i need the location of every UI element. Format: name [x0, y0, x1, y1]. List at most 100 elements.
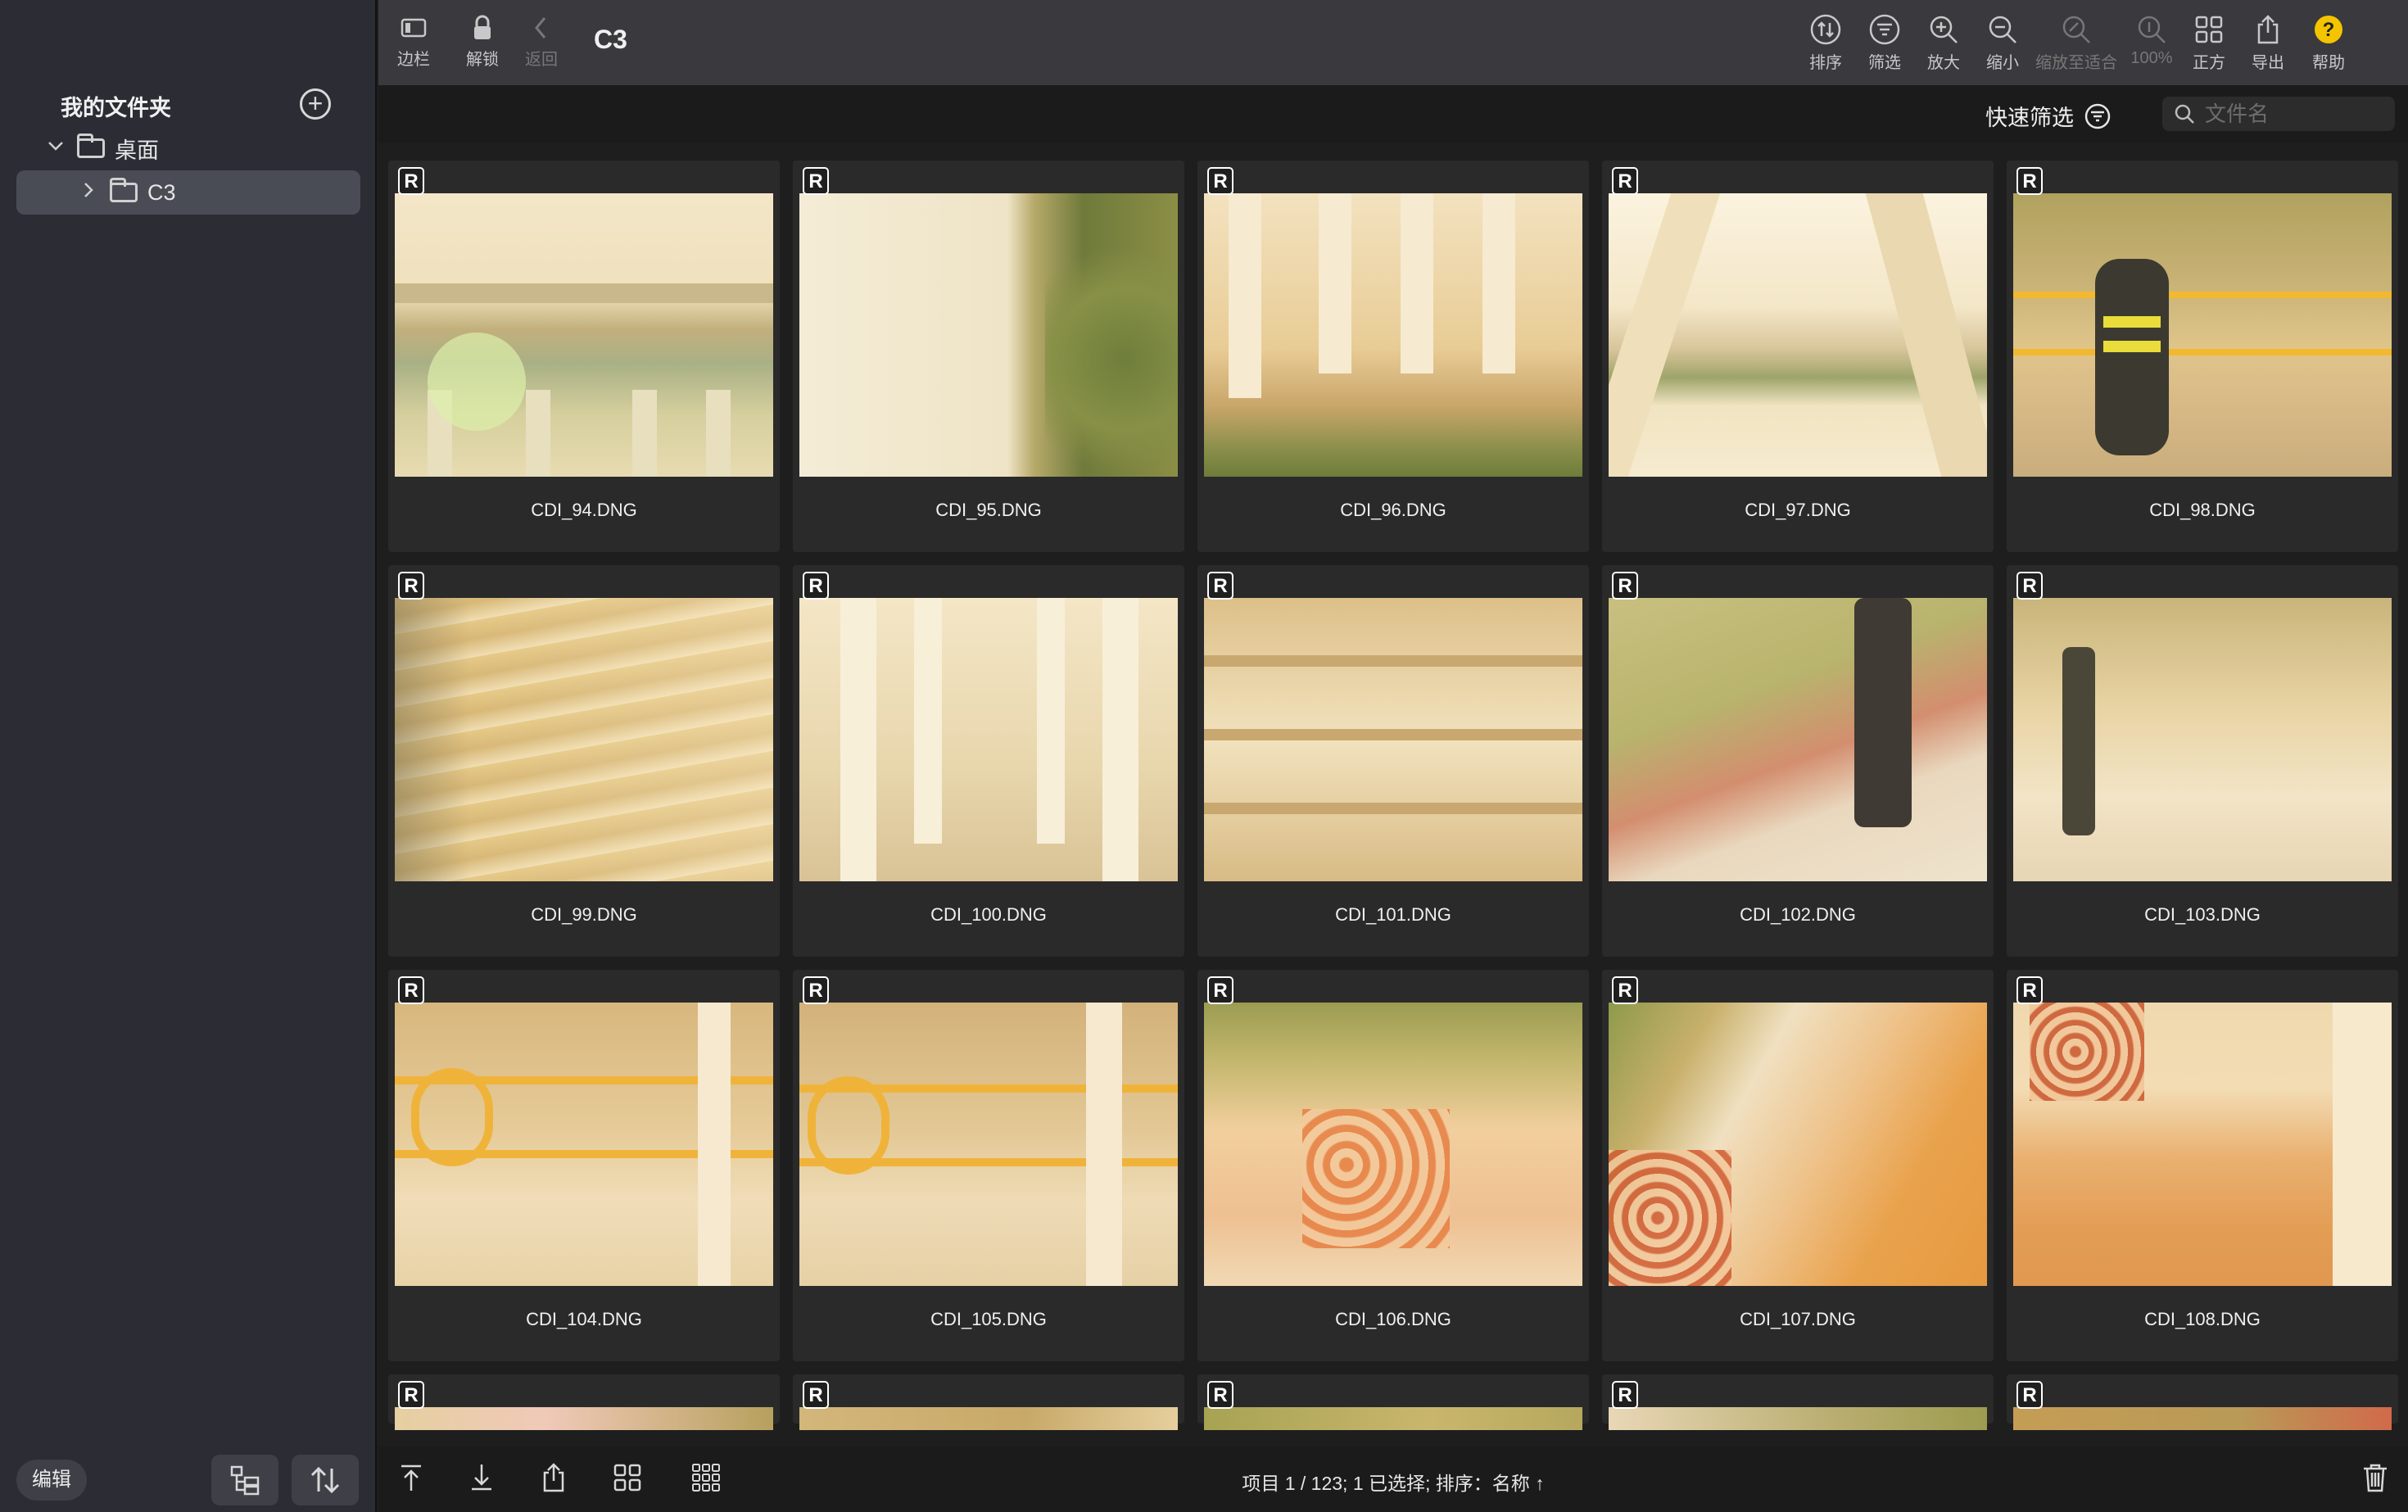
- photo-thumbnail: [799, 1407, 1178, 1430]
- photo-thumbnail: [1204, 598, 1582, 881]
- thumbnail-cell[interactable]: R CDI_95.DNG: [793, 161, 1184, 552]
- raw-badge: R: [1612, 976, 1638, 1004]
- toolbar-export-button[interactable]: 导出: [2238, 13, 2298, 73]
- thumbnail-cell[interactable]: R: [2007, 1374, 2398, 1430]
- toolbar-label: 导出: [2252, 54, 2284, 72]
- photo-thumbnail: [799, 598, 1178, 881]
- svg-text:?: ?: [2323, 19, 2335, 41]
- photo-thumbnail: [1609, 598, 1987, 881]
- toolbar-actual-size-button[interactable]: 100%: [2121, 13, 2182, 68]
- toolbar-label: 解锁: [466, 51, 499, 69]
- raw-badge: R: [803, 1381, 829, 1409]
- chevron-left-icon: [535, 17, 546, 38]
- hierarchy-view-button[interactable]: [211, 1455, 278, 1505]
- toolbar-label: 排序: [1809, 54, 1842, 72]
- file-name: CDI_100.DNG: [930, 904, 1047, 925]
- photo-thumbnail: [1204, 193, 1582, 477]
- tree-item-desktop[interactable]: 桌面: [46, 131, 159, 165]
- toolbar-unlock-button[interactable]: 解锁: [452, 13, 513, 70]
- zoom-out-icon: [1989, 16, 2016, 43]
- photo-thumbnail: [1609, 1407, 1987, 1430]
- search-input[interactable]: [2203, 100, 2387, 128]
- file-name: CDI_99.DNG: [531, 904, 637, 925]
- thumbnail-cell[interactable]: R CDI_100.DNG: [793, 565, 1184, 957]
- raw-badge: R: [2016, 572, 2043, 600]
- toolbar-square-button[interactable]: 正方: [2179, 13, 2239, 73]
- quick-filter-button[interactable]: 快速筛选: [1985, 100, 2112, 132]
- thumbnail-cell[interactable]: R CDI_107.DNG: [1602, 970, 1994, 1361]
- lock-icon: [474, 15, 491, 39]
- photo-thumbnail: [395, 1407, 773, 1430]
- file-name: CDI_103.DNG: [2144, 904, 2261, 925]
- raw-badge: R: [398, 976, 424, 1004]
- toolbar-label: 返回: [525, 51, 558, 69]
- toolbar-label: 放大: [1927, 54, 1960, 72]
- thumbnail-cell[interactable]: R CDI_98.DNG: [2007, 161, 2398, 552]
- photo-thumbnail: [799, 193, 1178, 477]
- toolbar-sort-button[interactable]: 排序: [1795, 13, 1856, 73]
- toolbar-zoom-in-button[interactable]: 放大: [1913, 13, 1974, 73]
- toolbar: 边栏 解锁 返回 C3 排序 筛选 放大 缩小 缩放至适合 100% 正方 导出…: [378, 0, 2408, 85]
- toolbar-label: 边栏: [397, 51, 430, 69]
- sort-order-button[interactable]: [292, 1455, 359, 1505]
- photo-thumbnail: [395, 1003, 773, 1286]
- chevron-down-icon[interactable]: [46, 136, 66, 161]
- photo-thumbnail: [1609, 193, 1987, 477]
- toolbar-sidebar-button[interactable]: 边栏: [383, 13, 444, 70]
- toolbar-zoom-fit-button[interactable]: 缩放至适合: [2031, 13, 2121, 73]
- thumbnail-cell[interactable]: R CDI_105.DNG: [793, 970, 1184, 1361]
- toolbar-label: 100%: [2130, 49, 2173, 67]
- delete-button[interactable]: [2359, 1461, 2392, 1498]
- toolbar-filter-button[interactable]: 筛选: [1854, 13, 1915, 73]
- thumbnail-cell[interactable]: R CDI_101.DNG: [1197, 565, 1589, 957]
- thumbnail-cell[interactable]: R CDI_97.DNG: [1602, 161, 1994, 552]
- chevron-right-icon[interactable]: [79, 180, 98, 206]
- thumbnail-cell[interactable]: R: [388, 1374, 780, 1430]
- photo-thumbnail: [1204, 1407, 1582, 1430]
- file-name: CDI_106.DNG: [1335, 1309, 1451, 1329]
- raw-badge: R: [2016, 167, 2043, 195]
- file-name: CDI_107.DNG: [1740, 1309, 1856, 1329]
- photo-thumbnail: [1204, 1003, 1582, 1286]
- edit-button[interactable]: 编辑: [16, 1460, 87, 1501]
- toolbar-help-button[interactable]: ? 帮助: [2298, 13, 2359, 73]
- add-folder-icon[interactable]: +: [300, 88, 331, 120]
- thumbnail-cell[interactable]: R CDI_96.DNG: [1197, 161, 1589, 552]
- sort-icon: [1810, 14, 1841, 45]
- photo-thumbnail: [1609, 1003, 1987, 1286]
- toolbar-label: 正方: [2193, 54, 2225, 72]
- toolbar-back-button[interactable]: 返回: [511, 13, 572, 70]
- thumbnail-cell[interactable]: R: [1197, 1374, 1589, 1430]
- bottom-bar: 项目 1 / 123; 1 已选择; 排序：名称 ↑: [378, 1446, 2408, 1512]
- filter-icon: [2084, 103, 2111, 129]
- photo-thumbnail: [2013, 193, 2392, 477]
- thumbnail-cell[interactable]: R CDI_103.DNG: [2007, 565, 2398, 957]
- photo-thumbnail: [799, 1003, 1178, 1286]
- thumbnail-cell[interactable]: R CDI_99.DNG: [388, 565, 780, 957]
- raw-badge: R: [1207, 167, 1233, 195]
- thumbnail-cell[interactable]: R CDI_108.DNG: [2007, 970, 2398, 1361]
- search-field[interactable]: [2162, 97, 2395, 131]
- thumbnail-cell[interactable]: R CDI_104.DNG: [388, 970, 780, 1361]
- folder-title: C3: [594, 25, 627, 54]
- file-name: CDI_94.DNG: [531, 500, 637, 520]
- toolbar-zoom-out-button[interactable]: 缩小: [1972, 13, 2033, 73]
- tree-item-c3[interactable]: C3: [16, 170, 360, 215]
- raw-badge: R: [398, 167, 424, 195]
- sidebar-header: 我的文件夹: [61, 96, 171, 120]
- photo-thumbnail: [2013, 598, 2392, 881]
- toolbar-label: 缩小: [1986, 54, 2019, 72]
- thumbnail-cell[interactable]: R: [1602, 1374, 1994, 1430]
- thumbnail-cell[interactable]: R CDI_106.DNG: [1197, 970, 1589, 1361]
- actual-size-icon: [2138, 16, 2166, 43]
- quick-filter-label: 快速筛选: [1985, 106, 2074, 130]
- file-name: CDI_98.DNG: [2149, 500, 2256, 520]
- sidebar: 我的文件夹 + 桌面 C3 编辑: [0, 0, 377, 1512]
- photo-thumbnail: [395, 193, 773, 477]
- thumbnail-cell[interactable]: R CDI_102.DNG: [1602, 565, 1994, 957]
- raw-badge: R: [1207, 572, 1233, 600]
- thumbnail-cell[interactable]: R CDI_94.DNG: [388, 161, 780, 552]
- toolbar-label: 缩放至适合: [2035, 54, 2117, 72]
- thumbnail-cell[interactable]: R: [793, 1374, 1184, 1430]
- search-icon: [2175, 104, 2194, 124]
